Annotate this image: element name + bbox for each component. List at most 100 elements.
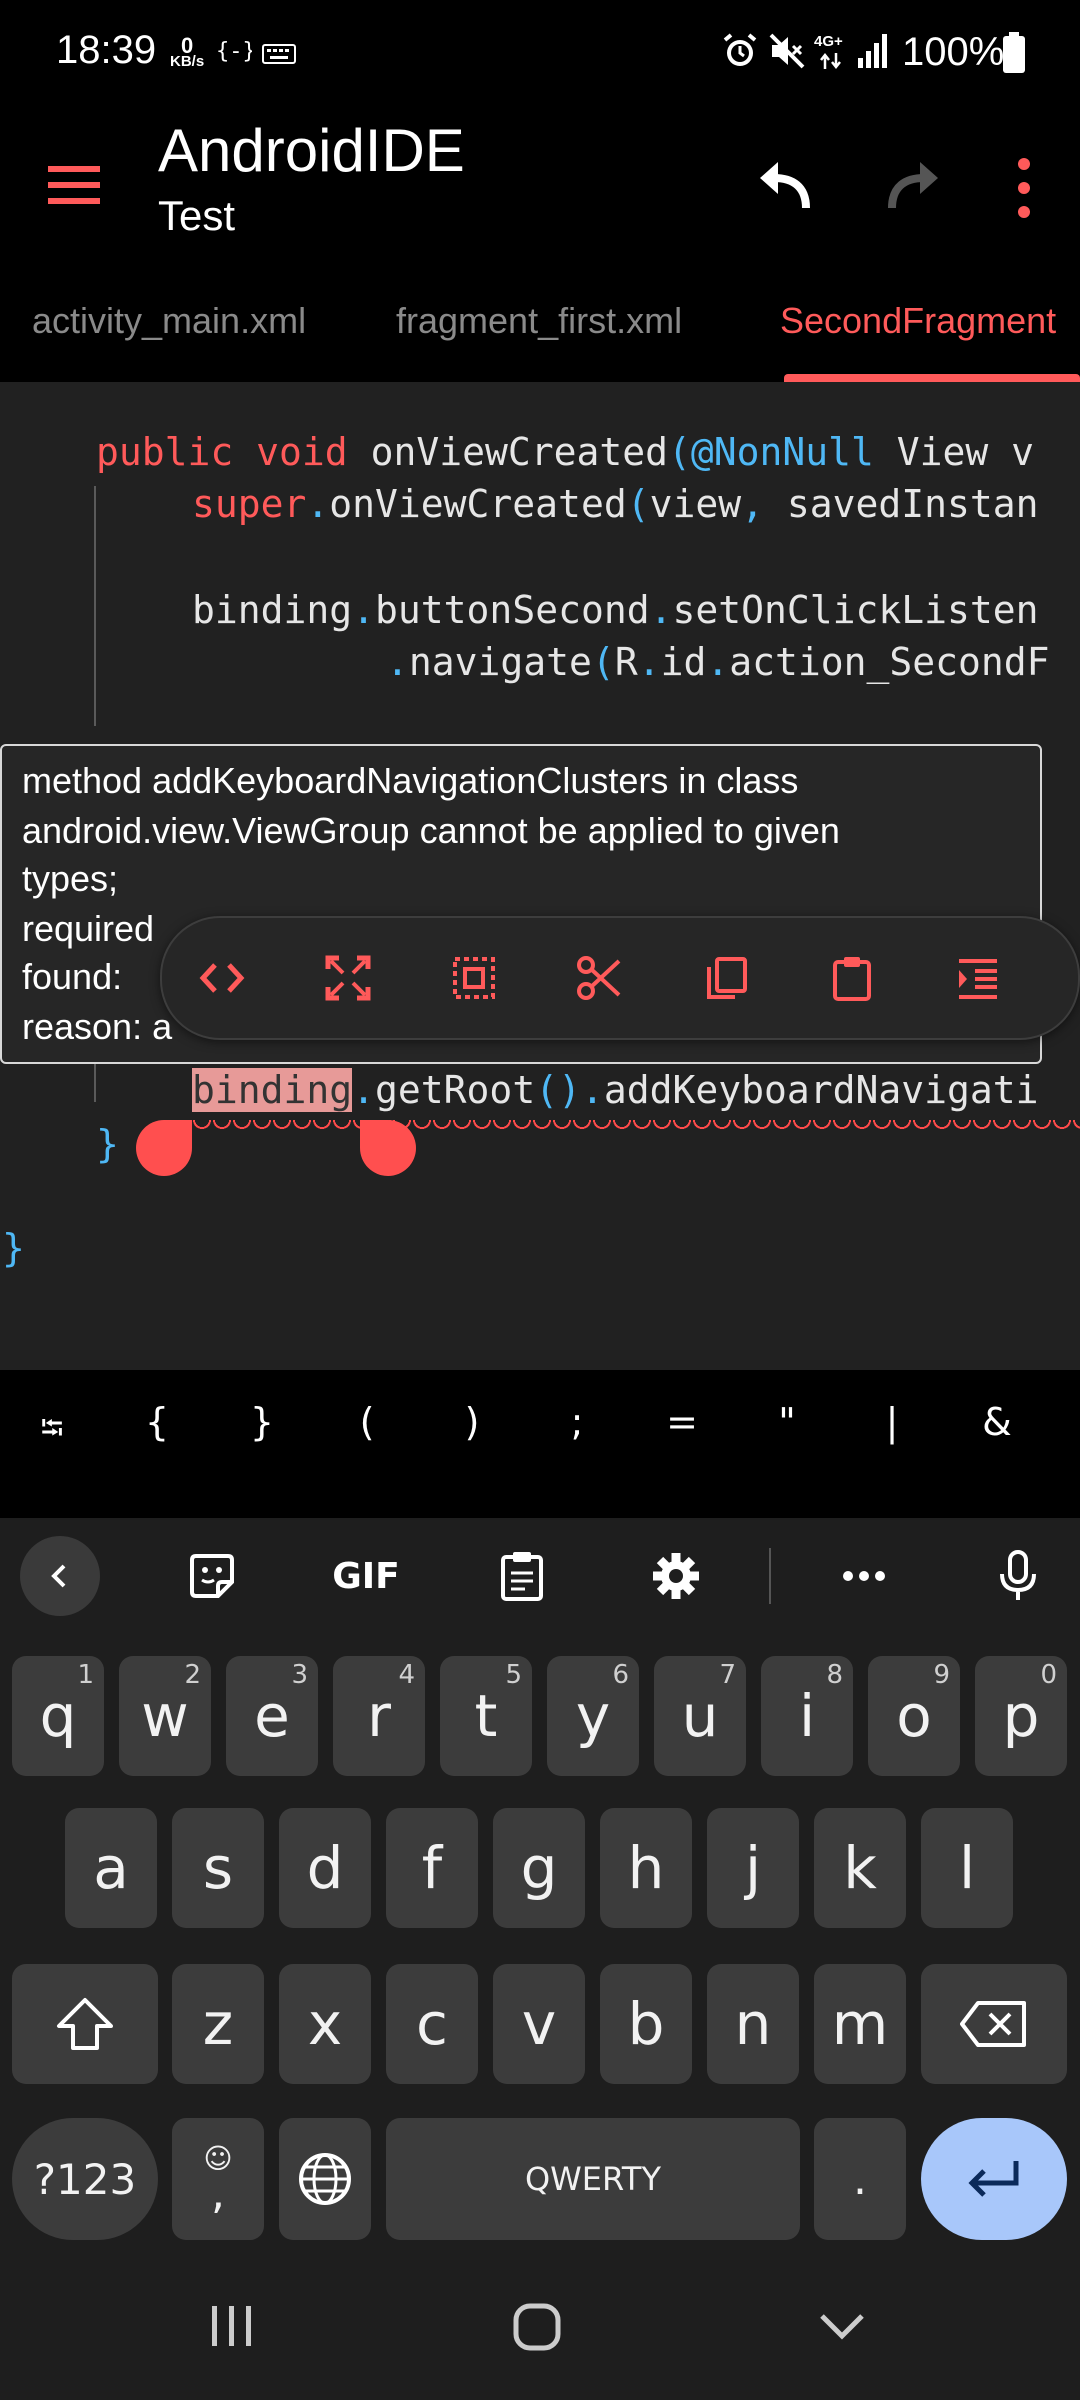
enter-key[interactable] <box>921 2118 1067 2240</box>
key-a[interactable]: a <box>65 1808 157 1928</box>
punctuation: . <box>706 640 730 684</box>
key-f[interactable]: f <box>386 1808 478 1928</box>
symbol-key[interactable]: ) <box>442 1400 502 1444</box>
symbol-key[interactable]: ; <box>547 1400 607 1444</box>
key-i[interactable]: i8 <box>761 1656 853 1776</box>
code-line[interactable]: super.onViewCreated(view, savedInstan <box>192 482 1039 526</box>
project-name: Test <box>158 192 236 239</box>
period-key[interactable]: . <box>814 2118 906 2240</box>
key-d[interactable]: d <box>279 1808 371 1928</box>
key-e[interactable]: e3 <box>226 1656 318 1776</box>
key-h[interactable]: h <box>600 1808 692 1928</box>
selection-handle-start[interactable] <box>136 1120 192 1176</box>
tab-symbol-key[interactable]: ⭾ <box>22 1406 82 1457</box>
undo-icon[interactable] <box>746 148 826 228</box>
code-icon <box>199 963 245 993</box>
key-w[interactable]: w2 <box>119 1656 211 1776</box>
data-arrows-icon <box>820 52 841 70</box>
voice-input-button[interactable] <box>978 1536 1058 1616</box>
gif-button[interactable]: GIF <box>326 1536 406 1616</box>
keyboard-settings-button[interactable] <box>636 1536 716 1616</box>
tab-activity-main[interactable]: activity_main.xml <box>32 300 306 342</box>
settings-icon <box>653 1553 699 1599</box>
selected-text[interactable]: binding <box>192 1068 353 1112</box>
selection-handle-end[interactable] <box>360 1120 416 1176</box>
method-name: onViewCreated <box>370 430 668 474</box>
status-bar: 18:39 0 KB/s {-} 4G+ 100% <box>0 0 1080 110</box>
key-m[interactable]: m <box>814 1964 906 2084</box>
home-icon[interactable] <box>512 2302 562 2352</box>
tab-second-fragment[interactable]: SecondFragment <box>780 300 1056 342</box>
code-text: savedInstan <box>764 482 1039 526</box>
code-line[interactable]: public void onViewCreated(@NonNull View … <box>96 430 1034 474</box>
shift-key[interactable] <box>12 1964 158 2084</box>
backspace-icon <box>960 2001 1026 2047</box>
indent-guide <box>94 486 96 726</box>
symbol-key[interactable]: & <box>967 1400 1027 1444</box>
key-b[interactable]: b <box>600 1964 692 2084</box>
recent-apps-icon[interactable] <box>206 2304 258 2348</box>
key-j[interactable]: j <box>707 1808 799 1928</box>
key-c[interactable]: c <box>386 1964 478 2084</box>
key-p[interactable]: p0 <box>975 1656 1067 1776</box>
signal-icon <box>858 34 887 68</box>
cut-button[interactable] <box>562 940 638 1016</box>
clipboard-button[interactable] <box>482 1536 562 1616</box>
net-speed: 0 KB/s <box>170 35 204 70</box>
code-line[interactable]: binding.buttonSecond.setOnClickListen <box>192 588 1039 632</box>
select-all-button[interactable] <box>436 940 512 1016</box>
code-notification-icon: {-} <box>216 39 252 64</box>
key-o[interactable]: o9 <box>868 1656 960 1776</box>
sticker-button[interactable] <box>172 1536 252 1616</box>
key-u[interactable]: u7 <box>654 1656 746 1776</box>
comma-key[interactable]: ☺ , <box>172 2118 264 2240</box>
back-icon <box>51 1564 66 1588</box>
key-k[interactable]: k <box>814 1808 906 1928</box>
hide-keyboard-icon[interactable] <box>816 2308 868 2344</box>
redo-icon[interactable] <box>872 148 952 228</box>
code-text: view <box>649 482 742 526</box>
space-key[interactable]: QWERTY <box>386 2118 800 2240</box>
code-line[interactable]: .navigate(R.id.action_SecondF <box>386 640 1050 684</box>
paste-button[interactable] <box>814 940 890 1016</box>
keyboard-back-button[interactable] <box>20 1536 100 1616</box>
symbol-key[interactable]: = <box>652 1400 712 1444</box>
key-g[interactable]: g <box>493 1808 585 1928</box>
key-x[interactable]: x <box>279 1964 371 2084</box>
code-text: View v <box>873 430 1035 474</box>
tab-fragment-first[interactable]: fragment_first.xml <box>396 300 682 342</box>
symbol-key[interactable]: ( <box>337 1400 397 1444</box>
punctuation: ( <box>626 482 650 526</box>
code-text: action_SecondF <box>729 640 1050 684</box>
punctuation: . <box>352 588 376 632</box>
indent-icon <box>959 959 997 999</box>
symbol-key[interactable]: { <box>127 1400 187 1444</box>
expand-selection-button[interactable] <box>310 940 386 1016</box>
language-key[interactable] <box>279 2118 371 2240</box>
code-text: R <box>614 640 638 684</box>
key-s[interactable]: s <box>172 1808 264 1928</box>
more-button[interactable] <box>824 1536 904 1616</box>
key-n[interactable]: n <box>707 1964 799 2084</box>
key-t[interactable]: t5 <box>440 1656 532 1776</box>
copy-button[interactable] <box>688 940 764 1016</box>
symbol-key[interactable]: " <box>757 1400 817 1444</box>
code-line-error[interactable]: binding.getRoot().addKeyboardNavigati <box>192 1068 1039 1112</box>
key-z[interactable]: z <box>172 1964 264 2084</box>
indent-button[interactable] <box>940 940 1016 1016</box>
key-r[interactable]: r4 <box>333 1656 425 1776</box>
key-v[interactable]: v <box>493 1964 585 2084</box>
code-action-button[interactable] <box>184 940 260 1016</box>
symbols-key[interactable]: ?123 <box>12 2118 158 2240</box>
key-l[interactable]: l <box>921 1808 1013 1928</box>
symbol-key[interactable]: | <box>862 1400 922 1444</box>
keyword: super <box>192 482 307 526</box>
network-type: 4G+ <box>814 33 843 50</box>
symbol-key[interactable]: } <box>232 1400 292 1444</box>
menu-icon[interactable] <box>40 150 110 220</box>
key-y[interactable]: y6 <box>547 1656 639 1776</box>
key-q[interactable]: q1 <box>12 1656 104 1776</box>
backspace-key[interactable] <box>921 1964 1067 2084</box>
navigation-bar <box>0 2248 1080 2400</box>
more-vert-icon[interactable] <box>984 148 1064 228</box>
